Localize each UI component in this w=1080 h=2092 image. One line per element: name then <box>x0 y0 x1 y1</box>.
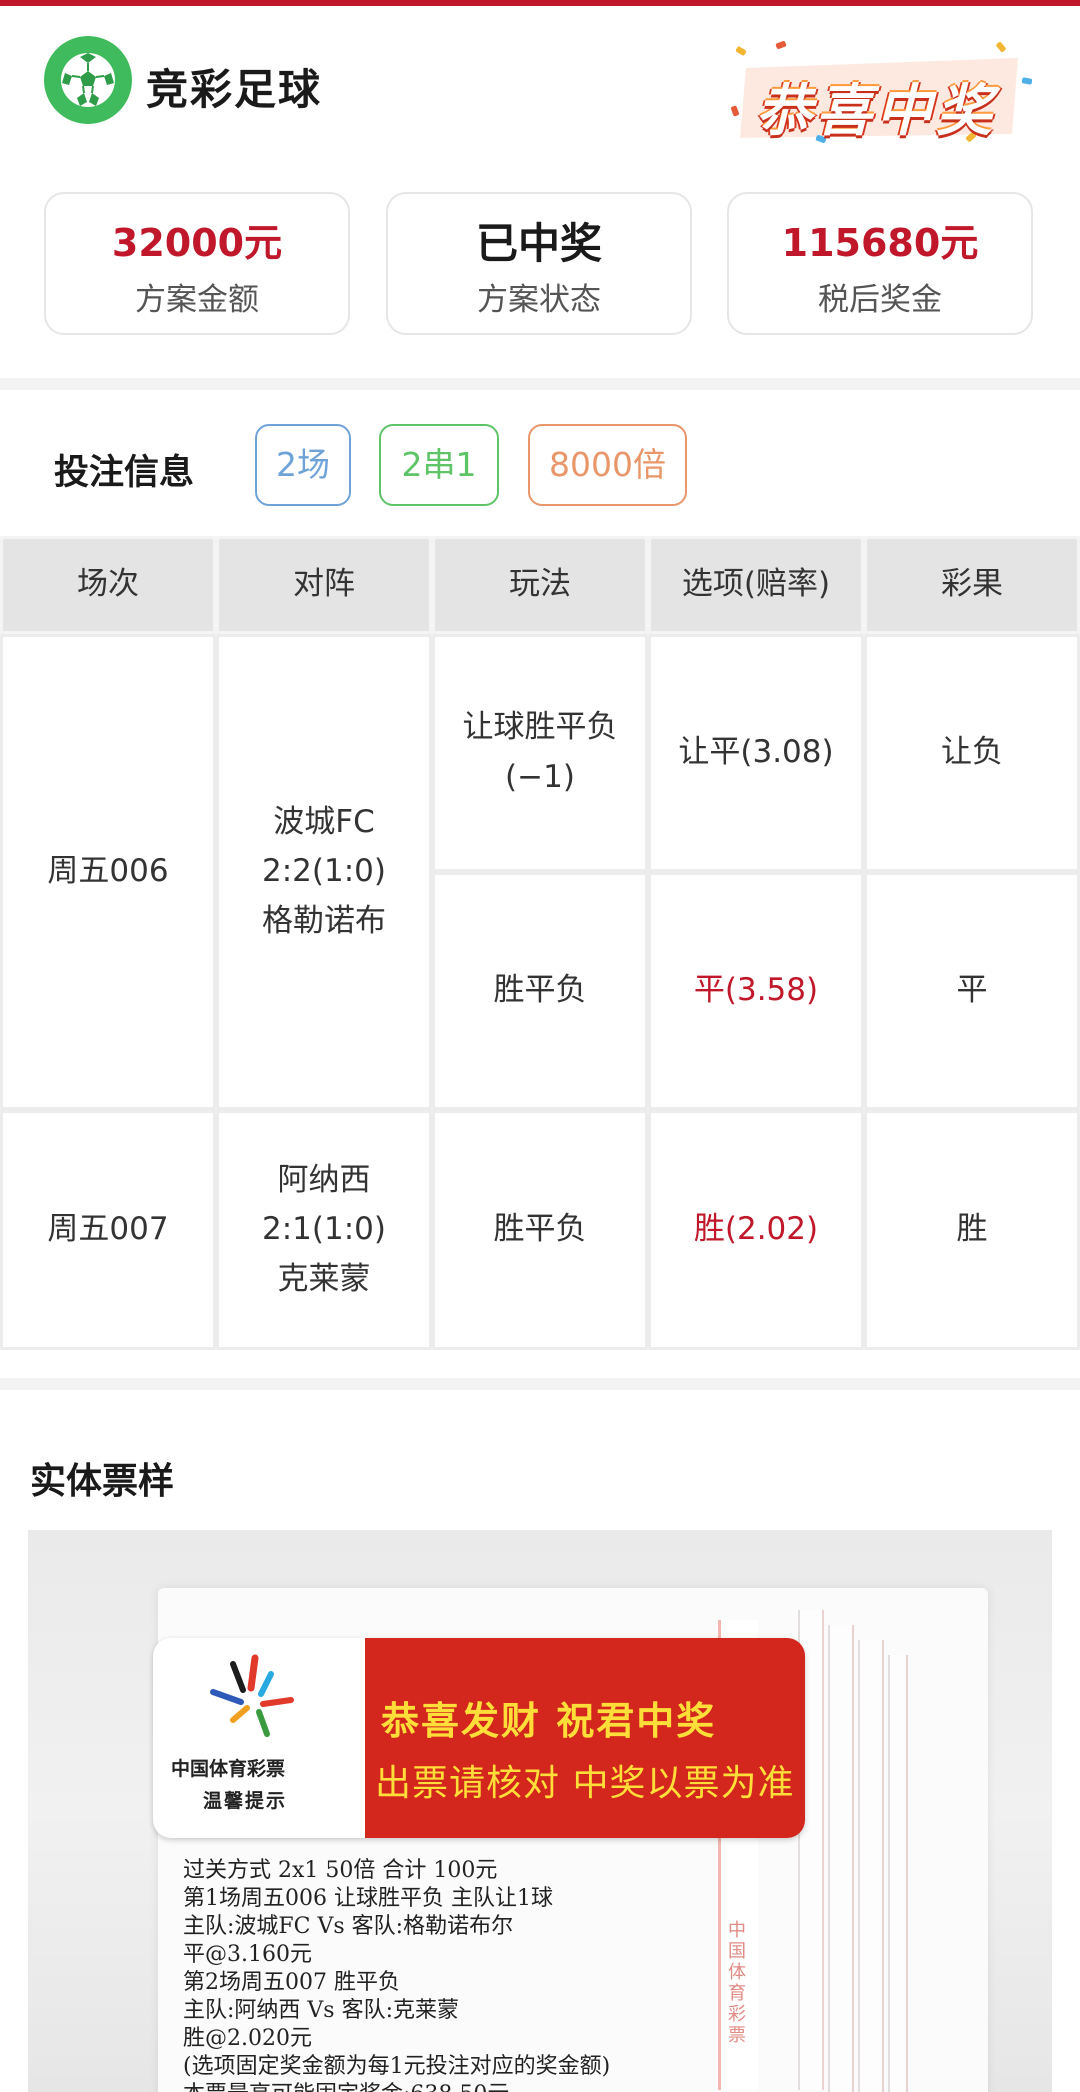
play-type: 胜平负 <box>432 1110 648 1350</box>
soccer-ball-icon <box>44 36 132 124</box>
summary-card-prize: 115680元 税后奖金 <box>727 192 1033 335</box>
away-team: 格勒诺布 <box>262 902 386 939</box>
home-team: 波城FC <box>273 803 375 840</box>
match-score: 2:1(1:0) <box>262 1211 386 1248</box>
summary-card-status: 已中奖 方案状态 <box>386 192 692 335</box>
bet-option-text: 平(3.58) <box>693 972 819 1009</box>
lottery-name: 中国体育彩票 <box>171 1758 286 1780</box>
side-label: 中国体育彩票 <box>728 1920 746 2046</box>
after-tax-prize-value: 115680元 <box>781 221 979 265</box>
bet-option: 胜(2.02) <box>648 1110 864 1350</box>
sports-lottery-logo-icon <box>210 1654 294 1737</box>
match-result-text: 平 <box>956 972 988 1009</box>
tag-parlay-type: 2串1 <box>379 424 499 506</box>
plan-amount-value: 32000元 <box>111 221 283 265</box>
play-type-text: 让球胜平负 <box>462 709 618 746</box>
tag-multiplier: 8000倍 <box>528 424 687 506</box>
lottery-notice: 温馨提示 <box>203 1790 288 1812</box>
banner-text: 恭喜中奖 <box>756 79 996 144</box>
slogan-line2: 出票请核对 中奖以票为准 <box>375 1763 795 1804</box>
column-header: 场次 <box>0 536 216 634</box>
match-session: 周五007 <box>0 1110 216 1350</box>
acrylic-notice-block: 中国体育彩票 温馨提示 恭喜发财 祝君中奖 出票请核对 中奖以票为准 <box>153 1638 805 1838</box>
match-session-text: 周五006 <box>47 853 169 890</box>
slogan-line1: 恭喜发财 祝君中奖 <box>381 1698 717 1743</box>
section-divider <box>0 1378 1080 1390</box>
match-teams: 阿纳西 2:1(1:0) 克莱蒙 <box>216 1110 432 1350</box>
match-result: 平 <box>864 872 1080 1110</box>
app-title: 竞彩足球 <box>146 65 323 114</box>
bet-table: 场次 对阵 玩法 选项(赔率) 彩果 周五006 波城FC 2:2(1:0) 格… <box>0 536 1080 1350</box>
plan-status-value: 已中奖 <box>475 219 602 268</box>
column-header: 选项(赔率) <box>648 536 864 634</box>
column-header: 玩法 <box>432 536 648 634</box>
play-type-text: 胜平负 <box>493 972 587 1009</box>
play-type: 胜平负 <box>432 872 648 1110</box>
match-teams: 波城FC 2:2(1:0) 格勒诺布 <box>216 634 432 1110</box>
column-header: 对阵 <box>216 536 432 634</box>
match-session: 周五006 <box>0 634 216 1110</box>
ticket-print-line: 本票最高可能固定奖金:638.50元 <box>183 2076 509 2092</box>
match-result-text: 让负 <box>941 734 1003 771</box>
plan-status-label: 方案状态 <box>477 282 601 318</box>
bet-option: 让平(3.08) <box>648 634 864 872</box>
handicap-text: (−1) <box>505 759 575 795</box>
match-session-text: 周五007 <box>47 1211 169 1248</box>
after-tax-prize-label: 税后奖金 <box>818 282 942 318</box>
bet-option-text: 胜(2.02) <box>693 1211 819 1248</box>
ticket-sample-image[interactable]: 中国体育彩票 中国体育彩票 温馨提示 恭喜发财 祝君中奖 出票请核对 中奖以票为… <box>28 1530 1052 2092</box>
summary-card-amount: 32000元 方案金额 <box>44 192 350 335</box>
play-type-text: 胜平负 <box>493 1211 587 1248</box>
bet-option-text: 让平(3.08) <box>678 734 834 771</box>
match-result-text: 胜 <box>956 1211 988 1248</box>
tag-match-count: 2场 <box>255 424 351 506</box>
play-type: 让球胜平负 (−1) <box>432 634 648 872</box>
section-divider <box>0 378 1080 390</box>
bet-info-title: 投注信息 <box>54 453 195 493</box>
congrats-banner: 恭喜中奖 <box>726 38 1036 148</box>
match-score: 2:2(1:0) <box>262 853 386 890</box>
bet-option: 平(3.58) <box>648 872 864 1110</box>
away-team: 克莱蒙 <box>277 1260 371 1297</box>
match-result: 胜 <box>864 1110 1080 1350</box>
paper-edge <box>858 1640 884 2092</box>
home-team: 阿纳西 <box>277 1161 371 1198</box>
header: 竞彩足球 恭喜中奖 <box>0 6 1080 181</box>
column-header: 彩果 <box>864 536 1080 634</box>
match-result: 让负 <box>864 634 1080 872</box>
ticket-sample-title: 实体票样 <box>30 1461 175 1502</box>
paper-edge <box>888 1655 908 2092</box>
plan-amount-label: 方案金额 <box>135 282 259 318</box>
paper-edge <box>828 1625 854 2092</box>
